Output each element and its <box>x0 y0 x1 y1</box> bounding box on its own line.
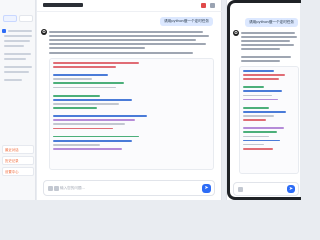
user-message-text: 请用python做一个定时任务 <box>249 20 294 24</box>
user-message-text: 请用python做一个定时任务 <box>164 19 209 23</box>
app-screenshot: 最近对话 历史记录 设置中心 请用python做一个定时任务 ✪ 输入您的问题.… <box>0 0 301 200</box>
assistant-text-block <box>49 52 209 56</box>
sidebar-item[interactable] <box>8 30 32 32</box>
assistant-avatar-icon: ✪ <box>233 30 239 36</box>
assistant-avatar-icon: ✪ <box>41 29 47 35</box>
message-composer[interactable]: ➤ <box>233 182 299 196</box>
code-block[interactable] <box>239 66 299 174</box>
sidebar-item[interactable] <box>4 45 24 47</box>
tab-chat[interactable] <box>3 15 17 22</box>
sidebar-item[interactable] <box>4 66 32 68</box>
code-block[interactable] <box>49 58 214 170</box>
chat-header <box>37 0 222 12</box>
chat-icon <box>2 29 6 33</box>
composer-placeholder: 输入您的问题... <box>60 186 85 190</box>
sidebar-bottom-item[interactable]: 设置中心 <box>2 167 34 176</box>
send-button[interactable]: ➤ <box>287 185 295 193</box>
sidebar-bottom-label: 历史记录 <box>5 159 19 163</box>
sidebar-bottom-item[interactable]: 历史记录 <box>2 156 34 165</box>
chat-title <box>43 3 83 7</box>
assistant-text-block <box>241 56 297 64</box>
attach-icon[interactable] <box>48 186 53 191</box>
assistant-text-block <box>49 31 209 51</box>
attach-icon[interactable] <box>238 187 243 192</box>
chat-window: 请用python做一个定时任务 ✪ 输入您的问题... ➤ <box>37 0 222 200</box>
sidebar-item[interactable] <box>4 71 29 73</box>
delete-icon[interactable] <box>201 3 206 8</box>
image-icon[interactable] <box>54 186 59 191</box>
mobile-preview: 请用python做一个定时任务 ✪ ➤ <box>226 0 301 200</box>
sidebar-bottom-label: 设置中心 <box>5 170 19 174</box>
message-composer[interactable]: 输入您的问题... ➤ <box>43 180 215 196</box>
sidebar-item[interactable] <box>4 79 22 81</box>
assistant-text-block <box>241 32 297 52</box>
user-message-bubble: 请用python做一个定时任务 <box>160 17 213 26</box>
sidebar-bottom-label: 最近对话 <box>5 148 19 152</box>
tab-history[interactable] <box>19 15 33 22</box>
more-icon[interactable] <box>210 3 215 8</box>
sidebar-bottom-item[interactable]: 最近对话 <box>2 145 34 154</box>
sidebar-tabs <box>3 15 33 23</box>
sidebar-item[interactable] <box>4 40 30 42</box>
sidebar: 最近对话 历史记录 设置中心 <box>0 0 36 200</box>
user-message-bubble: 请用python做一个定时任务 <box>245 18 298 27</box>
sidebar-item[interactable] <box>4 58 26 60</box>
sidebar-item[interactable] <box>4 35 32 37</box>
sidebar-item[interactable] <box>4 53 31 55</box>
sidebar-bottom-list: 最近对话 历史记录 设置中心 <box>2 145 34 178</box>
send-button[interactable]: ➤ <box>202 184 211 193</box>
